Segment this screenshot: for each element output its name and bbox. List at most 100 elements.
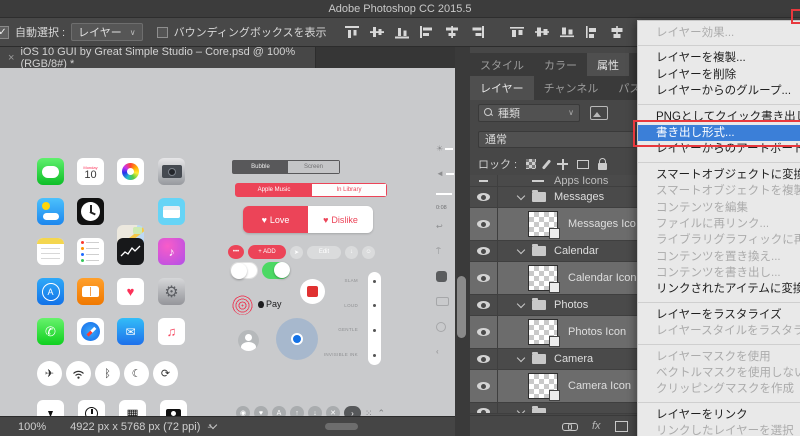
horizontal-scrollbar-thumb[interactable]: [325, 423, 358, 430]
zoom-level[interactable]: 100%: [18, 421, 46, 433]
align-horizontal-center-icon[interactable]: [443, 24, 461, 40]
chevron-down-icon[interactable]: [517, 245, 525, 253]
visibility-toggle[interactable]: [470, 208, 498, 240]
imessage-drawer: ◉ ♥ A ↑ ↓ ✕ › ⁙ ⌃: [236, 406, 385, 416]
align-right-icon[interactable]: [468, 24, 486, 40]
more-button: •••: [228, 245, 244, 259]
menu-separator: [638, 104, 800, 105]
layer-name[interactable]: Photos Icon: [568, 326, 626, 338]
close-icon[interactable]: ×: [8, 52, 14, 64]
layer-name[interactable]: Messages: [554, 191, 604, 203]
menu-item-delete-layer[interactable]: レイヤーを削除: [638, 67, 800, 83]
search-icon: [484, 108, 493, 117]
auto-select-target-dropdown[interactable]: レイヤー ∨: [71, 23, 143, 41]
distribute-horizontal-center-icon[interactable]: [608, 24, 626, 40]
tab-channels[interactable]: チャンネル: [534, 76, 609, 100]
align-vertical-center-icon[interactable]: [368, 24, 386, 40]
layer-thumbnail[interactable]: [528, 373, 558, 399]
distribute-top-icon[interactable]: [508, 24, 526, 40]
control-wifi: [66, 361, 91, 386]
dislike-button: ♥Dislike: [308, 206, 373, 233]
menu-item-duplicate-smart-object: スマートオブジェクトを複製: [638, 183, 800, 199]
link-layers-icon[interactable]: [562, 422, 578, 430]
layer-name[interactable]: Calendar Icon: [568, 272, 637, 284]
layer-name[interactable]: Camera: [554, 353, 593, 365]
layer-thumbnail[interactable]: [528, 319, 558, 345]
canvas-right-column: ☀ ◄ 0:08 ↩ ⍑ ‹: [436, 136, 455, 364]
visibility-toggle[interactable]: [470, 370, 498, 402]
chevron-down-icon[interactable]: [517, 406, 525, 414]
bounding-box-checkbox[interactable]: [157, 27, 168, 38]
menu-item-export-as[interactable]: 書き出し形式...: [638, 125, 800, 141]
blend-mode-dropdown[interactable]: 通常: [478, 131, 636, 148]
folder-icon: [532, 408, 546, 414]
lock-move-icon[interactable]: [557, 159, 568, 170]
toggle-knob: [231, 263, 247, 279]
tab-color[interactable]: カラー: [534, 53, 587, 76]
layer-name[interactable]: Messages Ico: [568, 218, 636, 230]
auto-select-label: 自動選択 :: [15, 24, 65, 40]
menu-item-artboard-from-layers[interactable]: レイヤーからのアートボード...: [638, 141, 800, 157]
visibility-toggle[interactable]: [470, 295, 498, 315]
tab-properties[interactable]: 属性: [587, 53, 629, 76]
menu-item-group-from-layers[interactable]: レイヤーからのグループ...: [638, 83, 800, 99]
canvas[interactable]: Monday 10 ♪ A ♥ ⚙ ✆ ✉ ♫ ✈: [0, 68, 455, 416]
status-chevron-icon[interactable]: ›: [209, 421, 217, 429]
menu-item-link-layers[interactable]: レイヤーをリンク: [638, 407, 800, 423]
envelope-icon: ✉: [125, 325, 135, 339]
visibility-toggle[interactable]: [470, 316, 498, 348]
app-icon-videos: [158, 198, 185, 225]
document-tab[interactable]: × iOS 10 GUI by Great Simple Studio – Co…: [0, 47, 316, 68]
layer-name[interactable]: Camera Icon: [568, 380, 631, 392]
visibility-toggle[interactable]: [470, 175, 498, 186]
tab-styles[interactable]: スタイル: [470, 53, 534, 76]
chevron-down-icon[interactable]: [517, 191, 525, 199]
app-icon-clock: [77, 198, 104, 225]
menu-item-disable-vector-mask: ベクトルマスクを使用しない: [638, 365, 800, 381]
visibility-toggle[interactable]: [470, 241, 498, 261]
distribute-bottom-icon[interactable]: [558, 24, 576, 40]
tab-layers[interactable]: レイヤー: [470, 76, 534, 100]
control-bluetooth: ᛒ: [95, 361, 120, 386]
layer-filter-dropdown[interactable]: 種類 ∨: [478, 104, 580, 122]
visibility-toggle[interactable]: [470, 262, 498, 294]
visibility-toggle[interactable]: [470, 349, 498, 369]
visibility-toggle[interactable]: [470, 187, 498, 207]
layer-style-button[interactable]: fx: [592, 420, 601, 432]
layer-thumbnail[interactable]: [528, 211, 558, 237]
lock-brush-icon[interactable]: [542, 159, 551, 169]
lock-artboard-icon[interactable]: [577, 160, 589, 169]
menu-item-convert-to-smart-object[interactable]: スマートオブジェクトに変換: [638, 167, 800, 183]
music-notes-icon: ♫: [167, 324, 177, 339]
menu-item-rasterize-layer[interactable]: レイヤーをラスタライズ: [638, 307, 800, 323]
menu-item-quick-export-png[interactable]: PNGとしてクイック書き出し: [638, 109, 800, 125]
distribute-vertical-center-icon[interactable]: [533, 24, 551, 40]
lock-all-icon[interactable]: [598, 163, 607, 170]
chevron-down-icon[interactable]: [517, 299, 525, 307]
segmented-bubble-screen: Bubble Screen: [232, 160, 340, 174]
segment-bubble: Bubble: [233, 161, 288, 173]
keyboard-icon: [436, 271, 447, 282]
auto-select-checkbox[interactable]: ✓: [0, 26, 9, 39]
layer-name[interactable]: Calendar: [554, 245, 599, 257]
align-top-icon[interactable]: [343, 24, 361, 40]
moon-icon: ☾: [132, 367, 142, 380]
vertical-scrollbar-thumb[interactable]: [457, 276, 466, 338]
layer-thumbnail[interactable]: [528, 265, 558, 291]
layer-name[interactable]: Photos: [554, 299, 588, 311]
document-title: iOS 10 GUI by Great Simple Studio – Core…: [20, 46, 315, 70]
toggle-knob: [274, 262, 290, 278]
menu-item-convert-to-linked-item[interactable]: リンクされたアイテムに変換...: [638, 281, 800, 297]
align-bottom-icon[interactable]: [393, 24, 411, 40]
layer-mask-icon[interactable]: [615, 421, 628, 432]
menu-item-duplicate-layer[interactable]: レイヤーを複製...: [638, 50, 800, 66]
drawer-upload-icon: ↑: [290, 406, 304, 416]
visibility-toggle[interactable]: [470, 403, 498, 413]
lock-transparency-icon[interactable]: [526, 159, 536, 169]
app-icon-app-store: A: [37, 278, 64, 305]
align-distribute-icons: [343, 24, 651, 40]
filter-image-icon[interactable]: [590, 106, 608, 120]
align-left-icon[interactable]: [418, 24, 436, 40]
chevron-down-icon[interactable]: [517, 353, 525, 361]
distribute-left-icon[interactable]: [583, 24, 601, 40]
